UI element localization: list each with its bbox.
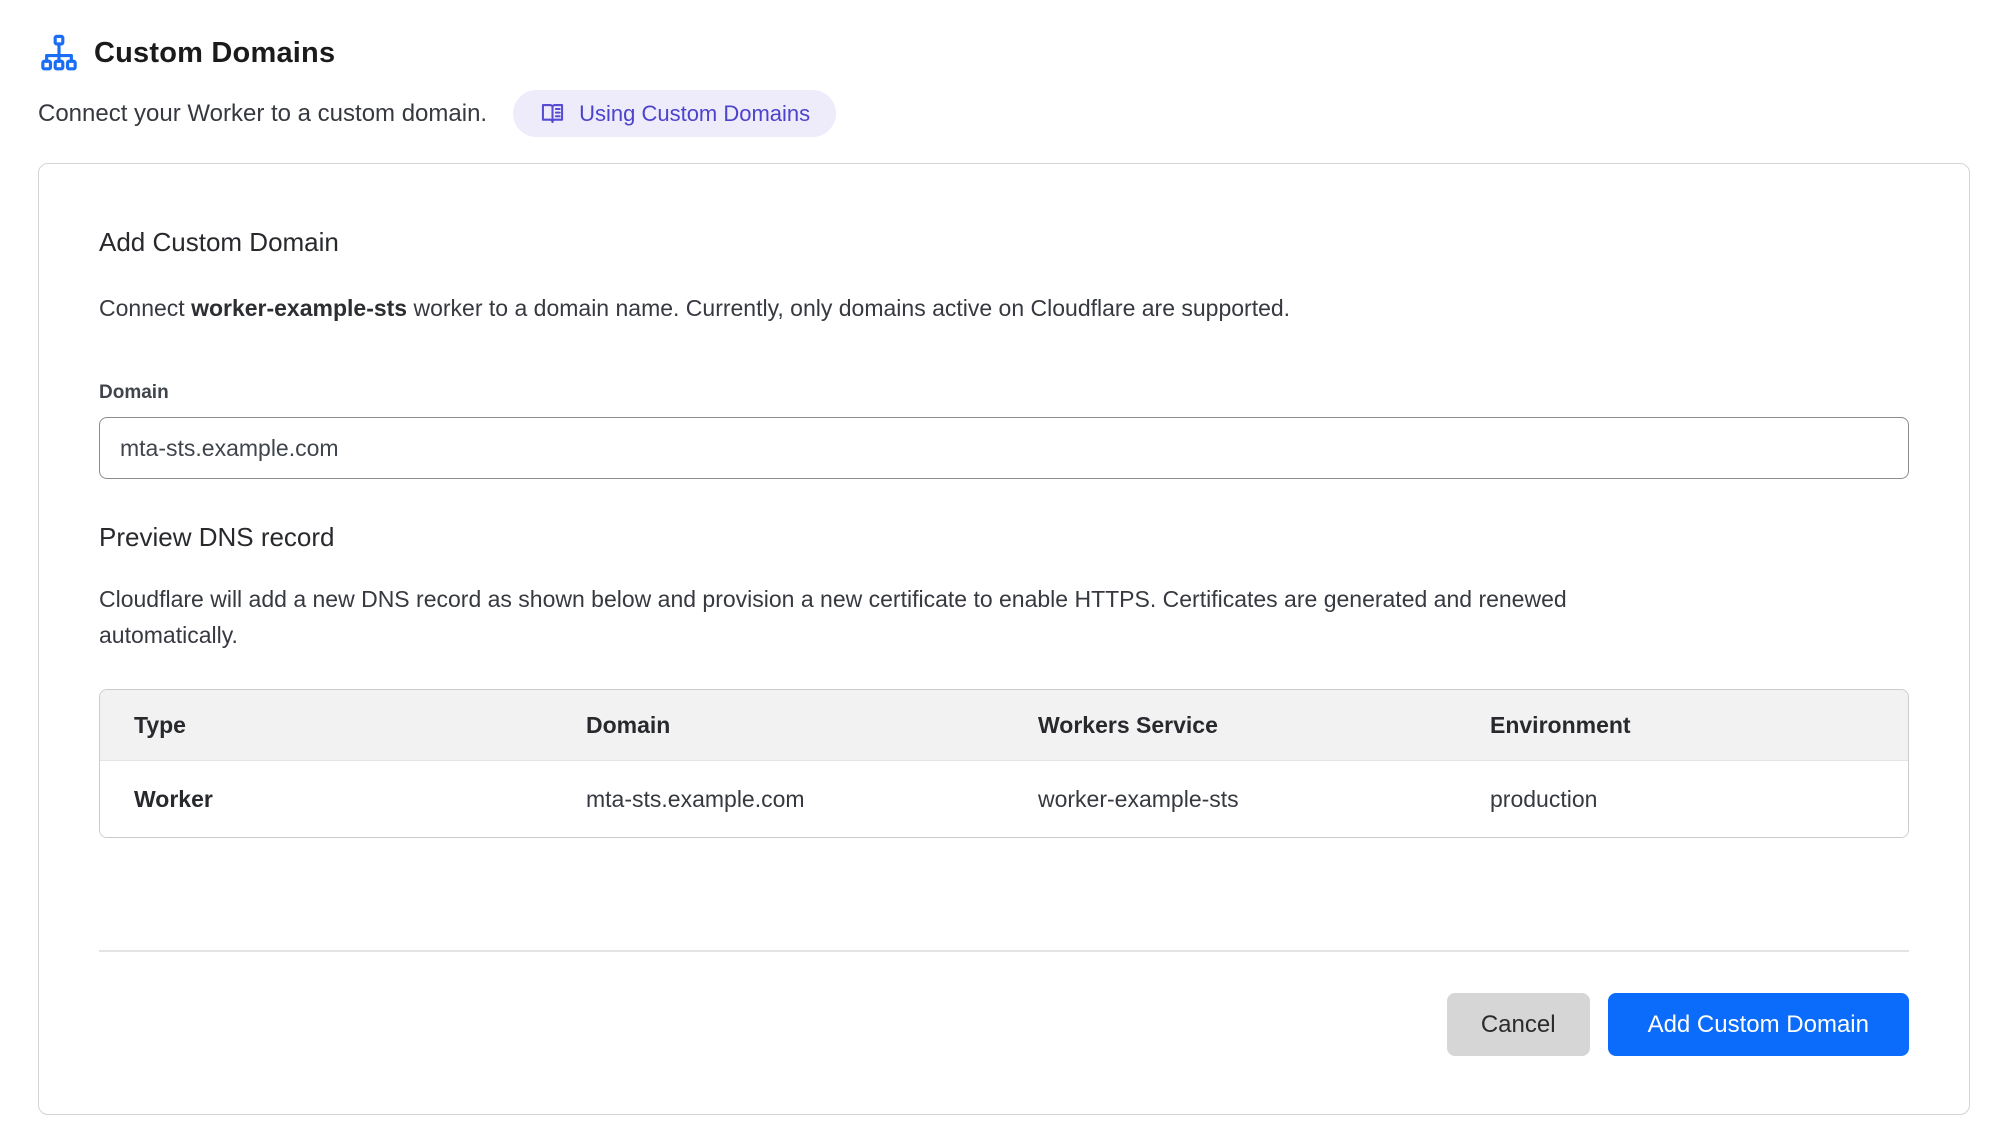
docs-link-label: Using Custom Domains — [579, 101, 810, 127]
cancel-button[interactable]: Cancel — [1447, 993, 1590, 1056]
page-subtitle: Connect your Worker to a custom domain. — [38, 100, 487, 128]
page-title: Custom Domains — [94, 37, 335, 70]
domain-field-label: Domain — [99, 382, 1909, 404]
table-header-row: Type Domain Workers Service Environment — [100, 690, 1908, 761]
column-header-environment: Environment — [1456, 690, 1908, 761]
table-row: Worker mta-sts.example.com worker-exampl… — [100, 761, 1908, 837]
worker-name: worker-example-sts — [191, 295, 407, 321]
sitemap-icon — [40, 34, 78, 72]
subtitle-row: Connect your Worker to a custom domain. … — [38, 90, 1969, 137]
preview-dns-heading: Preview DNS record — [99, 519, 1909, 555]
cell-workers-service: worker-example-sts — [1004, 761, 1456, 837]
docs-link-using-custom-domains[interactable]: Using Custom Domains — [513, 90, 836, 137]
title-row: Custom Domains — [40, 34, 1969, 72]
description-prefix: Connect — [99, 295, 191, 321]
cell-environment: production — [1456, 761, 1908, 837]
page-header: Custom Domains Connect your Worker to a … — [0, 0, 1999, 137]
column-header-workers-service: Workers Service — [1004, 690, 1456, 761]
column-header-type: Type — [100, 690, 552, 761]
cell-type: Worker — [100, 761, 552, 837]
custom-domains-page: Custom Domains Connect your Worker to a … — [0, 0, 1999, 1148]
add-custom-domain-button[interactable]: Add Custom Domain — [1608, 993, 1909, 1056]
book-icon — [539, 100, 566, 127]
dns-preview-table: Type Domain Workers Service Environment … — [99, 689, 1909, 838]
description-suffix: worker to a domain name. Currently, only… — [407, 295, 1290, 321]
footer-actions: Cancel Add Custom Domain — [99, 993, 1909, 1056]
column-header-domain: Domain — [552, 690, 1004, 761]
table-body: Worker mta-sts.example.com worker-exampl… — [100, 761, 1908, 837]
domain-input[interactable] — [99, 417, 1909, 479]
preview-dns-description: Cloudflare will add a new DNS record as … — [99, 581, 1574, 653]
card-heading: Add Custom Domain — [99, 224, 1909, 260]
cell-domain: mta-sts.example.com — [552, 761, 1004, 837]
footer-divider — [99, 950, 1909, 952]
add-custom-domain-card: Add Custom Domain Connect worker-example… — [38, 163, 1970, 1115]
card-description: Connect worker-example-sts worker to a d… — [99, 292, 1909, 324]
table-header: Type Domain Workers Service Environment — [100, 690, 1908, 761]
